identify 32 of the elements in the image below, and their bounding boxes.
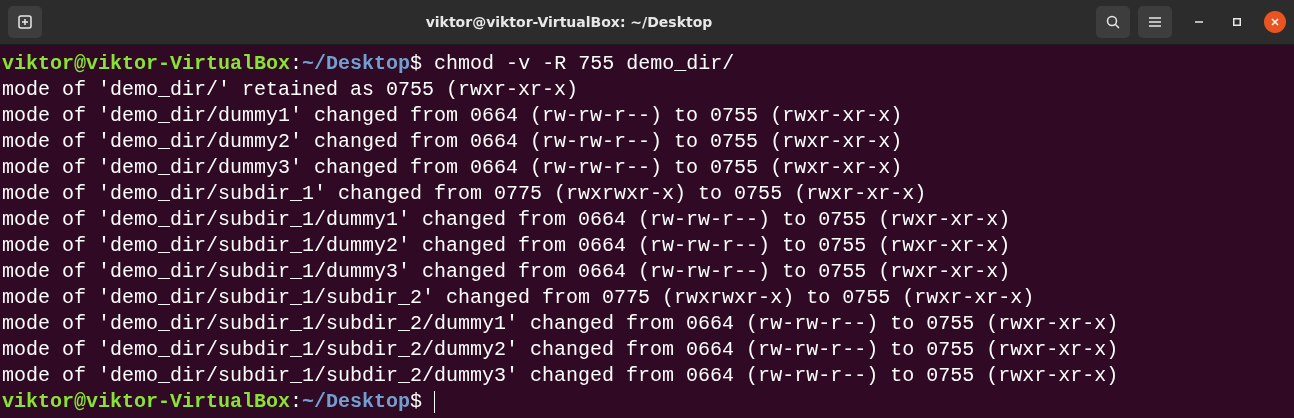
minimize-icon [1195, 21, 1203, 23]
output-line: mode of 'demo_dir/dummy1' changed from 0664 (rw-rw-r--) to 0755 (rwxr-xr-x) [2, 103, 903, 129]
prompt-symbol: $ [410, 51, 423, 77]
output-line: mode of 'demo_dir/subdir_1/dummy3' changed from 0664 (rw-rw-r--) to 0755 (rwxr-xr-x) [2, 259, 1011, 285]
output-line: mode of 'demo_dir/' retained as 0755 (rwxr-xr-x) [2, 77, 579, 103]
prompt-path: ~/Desktop [302, 389, 411, 415]
maximize-icon [1233, 18, 1241, 26]
output-line: mode of 'demo_dir/subdir_1/subdir_2' changed from 0775 (rwxrwxr-x) to 0755 (rwxr-xr-x) [2, 285, 1035, 311]
window-title: viktor@viktor-VirtualBox: ~/Desktop [424, 14, 714, 30]
output-line: mode of 'demo_dir/subdir_1/dummy2' changed from 0664 (rw-rw-r--) to 0755 (rwxr-xr-x) [2, 233, 1011, 259]
prompt-path: ~/Desktop [302, 51, 411, 77]
output-line: mode of 'demo_dir/subdir_1/subdir_2/dummy3' changed from 0664 (rw-rw-r--) to 0755 (rwxr-xr-x) [2, 363, 1119, 389]
search-icon [1106, 15, 1120, 29]
output-line: mode of 'demo_dir/subdir_1/subdir_2/dummy1' changed from 0664 (rw-rw-r--) to 0755 (rwxr-xr-x) [2, 311, 1119, 337]
search-button[interactable] [1096, 6, 1130, 38]
prompt-user-host: viktor@viktor-VirtualBox [2, 389, 291, 415]
prompt-symbol: $ [410, 389, 423, 415]
menu-icon [1149, 17, 1161, 27]
command-text: chmod -v -R 755 demo_dir/ [433, 51, 735, 77]
new-tab-icon [18, 15, 32, 29]
menu-button[interactable] [1138, 6, 1172, 38]
prompt-separator: : [290, 389, 303, 415]
output-line: mode of 'demo_dir/subdir_1/subdir_2/dummy2' changed from 0664 (rw-rw-r--) to 0755 (rwxr-xr-x) [2, 337, 1119, 363]
close-button[interactable] [1264, 11, 1286, 33]
prompt-separator: : [290, 51, 303, 77]
output-line: mode of 'demo_dir/subdir_1/dummy1' changed from 0664 (rw-rw-r--) to 0755 (rwxr-xr-x) [2, 207, 1011, 233]
output-line: mode of 'demo_dir/dummy2' changed from 0664 (rw-rw-r--) to 0755 (rwxr-xr-x) [2, 129, 903, 155]
close-icon [1271, 18, 1279, 26]
output-line: mode of 'demo_dir/dummy3' changed from 0664 (rw-rw-r--) to 0755 (rwxr-xr-x) [2, 155, 903, 181]
prompt-user-host: viktor@viktor-VirtualBox [2, 51, 291, 77]
new-tab-button[interactable] [8, 6, 42, 38]
output-line: mode of 'demo_dir/subdir_1' changed from 0775 (rwxrwxr-x) to 0755 (rwxr-xr-x) [2, 181, 927, 207]
